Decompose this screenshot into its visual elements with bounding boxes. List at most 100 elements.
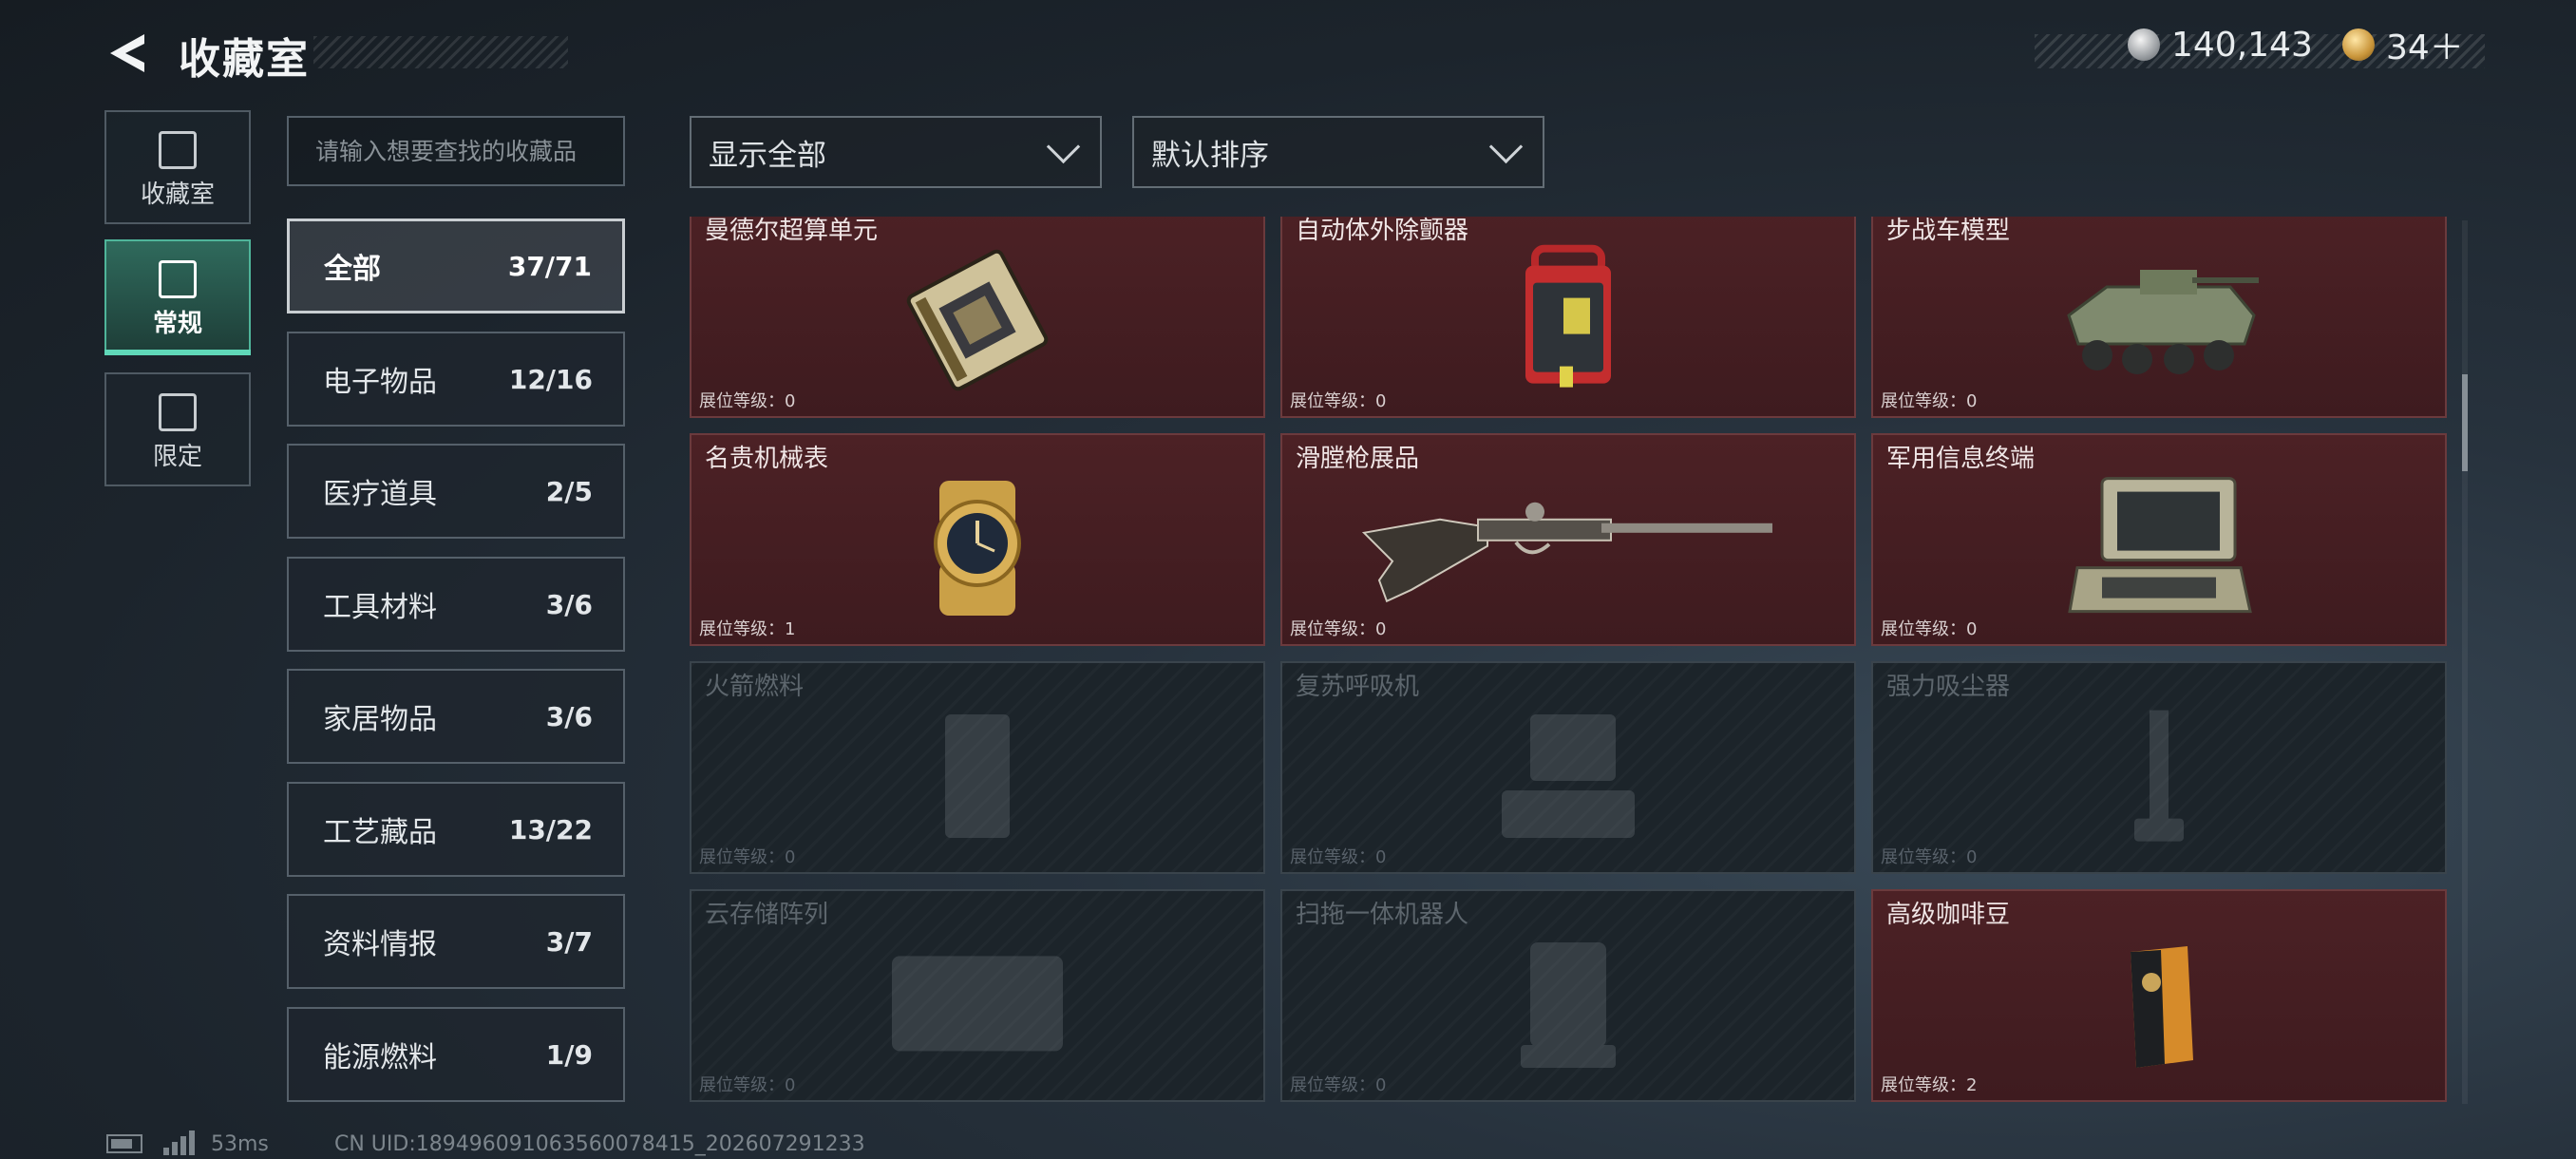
- mop-robot-icon: [1521, 942, 1616, 1068]
- category-crafts[interactable]: 工艺藏品 13/22: [287, 782, 625, 877]
- category-name: 工具材料: [323, 591, 437, 624]
- item-name: 曼德尔超算单元: [705, 217, 879, 245]
- gold-coin-icon: [2342, 28, 2375, 61]
- item-card[interactable]: 名贵机械表 展位等级：1: [690, 433, 1265, 646]
- gold-amount: 34＋: [2386, 28, 2464, 67]
- item-name: 名贵机械表: [705, 445, 829, 473]
- watch-icon: [934, 481, 1021, 616]
- item-card[interactable]: 军用信息终端 展位等级：0: [1871, 433, 2447, 646]
- item-card-locked[interactable]: 扫拖一体机器人 展位等级：0: [1280, 889, 1856, 1102]
- ifv-model-icon: [2067, 270, 2259, 374]
- vacuum-icon: [2134, 710, 2184, 842]
- search-input[interactable]: [287, 116, 625, 186]
- musket-icon: [1361, 502, 1772, 603]
- category-count: 3/7: [545, 925, 593, 958]
- item-level: 展位等级：1: [699, 619, 796, 639]
- item-card-locked[interactable]: 强力吸尘器 展位等级：0: [1871, 661, 2447, 874]
- display-filter-value: 显示全部: [709, 138, 826, 173]
- side-tab-label: 常规: [152, 310, 202, 338]
- category-count: 3/6: [545, 700, 593, 732]
- item-name: 滑膛枪展品: [1296, 445, 1420, 473]
- category-name: 资料情报: [323, 928, 437, 961]
- item-level: 展位等级：0: [699, 847, 796, 867]
- category-count: 13/22: [508, 813, 593, 846]
- side-tab-regular[interactable]: 常规: [104, 239, 251, 353]
- category-name: 家居物品: [323, 703, 437, 736]
- category-count: 37/71: [507, 250, 592, 282]
- gold-currency[interactable]: 34＋: [2342, 23, 2464, 67]
- item-card-locked[interactable]: 复苏呼吸机 展位等级：0: [1280, 661, 1856, 874]
- category-count: 3/6: [545, 588, 593, 620]
- category-name: 全部: [324, 253, 381, 286]
- item-level: 展位等级：2: [1881, 1075, 1978, 1095]
- side-tab-limited[interactable]: 限定: [104, 372, 251, 486]
- item-name: 云存储阵列: [705, 901, 829, 929]
- page-title: 收藏室: [179, 35, 310, 84]
- item-level: 展位等级：0: [1290, 619, 1387, 639]
- chevron-down-icon: [1488, 129, 1524, 163]
- sort-value: 默认排序: [1151, 138, 1269, 173]
- category-energy[interactable]: 能源燃料 1/9: [287, 1007, 625, 1102]
- silver-coin-icon: [2128, 28, 2160, 61]
- chevron-down-icon: [1046, 129, 1081, 163]
- silver-amount: 140,143: [2171, 25, 2313, 65]
- category-household[interactable]: 家居物品 3/6: [287, 669, 625, 764]
- side-tab-label: 限定: [152, 443, 202, 471]
- defibrillator-icon: [1525, 244, 1611, 388]
- military-terminal-icon: [2068, 477, 2252, 614]
- category-count: 2/5: [545, 475, 593, 507]
- side-tab-label: 收藏室: [140, 180, 215, 209]
- category-medical[interactable]: 医疗道具 2/5: [287, 444, 625, 539]
- item-card-locked[interactable]: 云存储阵列 展位等级：0: [690, 889, 1265, 1102]
- item-level: 展位等级：0: [1881, 391, 1978, 411]
- category-name: 工艺藏品: [323, 816, 437, 849]
- collection-grid: 曼德尔超算单元 展位等级：0 自动体外除颤器 展位等级：0 步战车模型 展位等级…: [686, 217, 2449, 1110]
- item-name: 自动体外除颤器: [1296, 217, 1469, 245]
- category-electronics[interactable]: 电子物品 12/16: [287, 332, 625, 427]
- side-tab-collection-room[interactable]: 收藏室: [104, 110, 251, 224]
- category-intel[interactable]: 资料情报 3/7: [287, 894, 625, 989]
- ventilator-icon: [1502, 714, 1635, 838]
- item-level: 展位等级：0: [1290, 1075, 1387, 1095]
- rocket-fuel-icon: [945, 714, 1010, 838]
- item-name: 军用信息终端: [1886, 445, 2036, 473]
- item-level: 展位等级：0: [1290, 847, 1387, 867]
- item-card[interactable]: 步战车模型 展位等级：0: [1871, 217, 2447, 418]
- item-card[interactable]: 自动体外除颤器 展位等级：0: [1280, 217, 1856, 418]
- item-name: 火箭燃料: [705, 673, 805, 701]
- collection-room-icon: [159, 131, 197, 169]
- category-tools[interactable]: 工具材料 3/6: [287, 557, 625, 652]
- item-name: 高级咖啡豆: [1886, 901, 2011, 929]
- battery-icon: [106, 1134, 142, 1153]
- latency-readout: 53ms: [211, 1132, 269, 1156]
- sort-dropdown[interactable]: 默认排序: [1132, 116, 1544, 188]
- item-card[interactable]: 滑膛枪展品 展位等级：0: [1280, 433, 1856, 646]
- back-arrow-icon[interactable]: [103, 28, 152, 78]
- item-level: 展位等级：0: [1881, 847, 1978, 867]
- category-name: 电子物品: [323, 366, 437, 399]
- category-all[interactable]: 全部 37/71: [287, 218, 625, 314]
- limited-icon: [159, 393, 197, 431]
- uid-readout: CN UID:18949609106356007841​5_2026072912…: [334, 1132, 865, 1156]
- item-card[interactable]: 曼德尔超算单元 展位等级：0: [690, 217, 1265, 418]
- regular-icon: [159, 260, 197, 298]
- item-level: 展位等级：0: [1290, 391, 1387, 411]
- active-tab-indicator: [104, 350, 251, 355]
- category-name: 医疗道具: [323, 478, 437, 511]
- category-count: 1/9: [545, 1038, 593, 1071]
- signal-icon: [163, 1130, 198, 1155]
- item-level: 展位等级：0: [1881, 619, 1978, 639]
- category-name: 能源燃料: [323, 1041, 437, 1074]
- item-card[interactable]: 高级咖啡豆 展位等级：2: [1871, 889, 2447, 1102]
- scrollbar-thumb[interactable]: [2462, 374, 2468, 471]
- display-filter-dropdown[interactable]: 显示全部: [690, 116, 1102, 188]
- supercomputer-unit-icon: [906, 249, 1049, 391]
- scrollbar-track[interactable]: [2462, 220, 2468, 1104]
- item-name: 步战车模型: [1886, 217, 2011, 245]
- item-card-locked[interactable]: 火箭燃料 展位等级：0: [690, 661, 1265, 874]
- item-name: 扫拖一体机器人: [1296, 901, 1469, 929]
- storage-array-icon: [892, 956, 1063, 1052]
- coffee-beans-icon: [2131, 946, 2193, 1068]
- category-count: 12/16: [508, 363, 593, 395]
- item-name: 强力吸尘器: [1886, 673, 2011, 701]
